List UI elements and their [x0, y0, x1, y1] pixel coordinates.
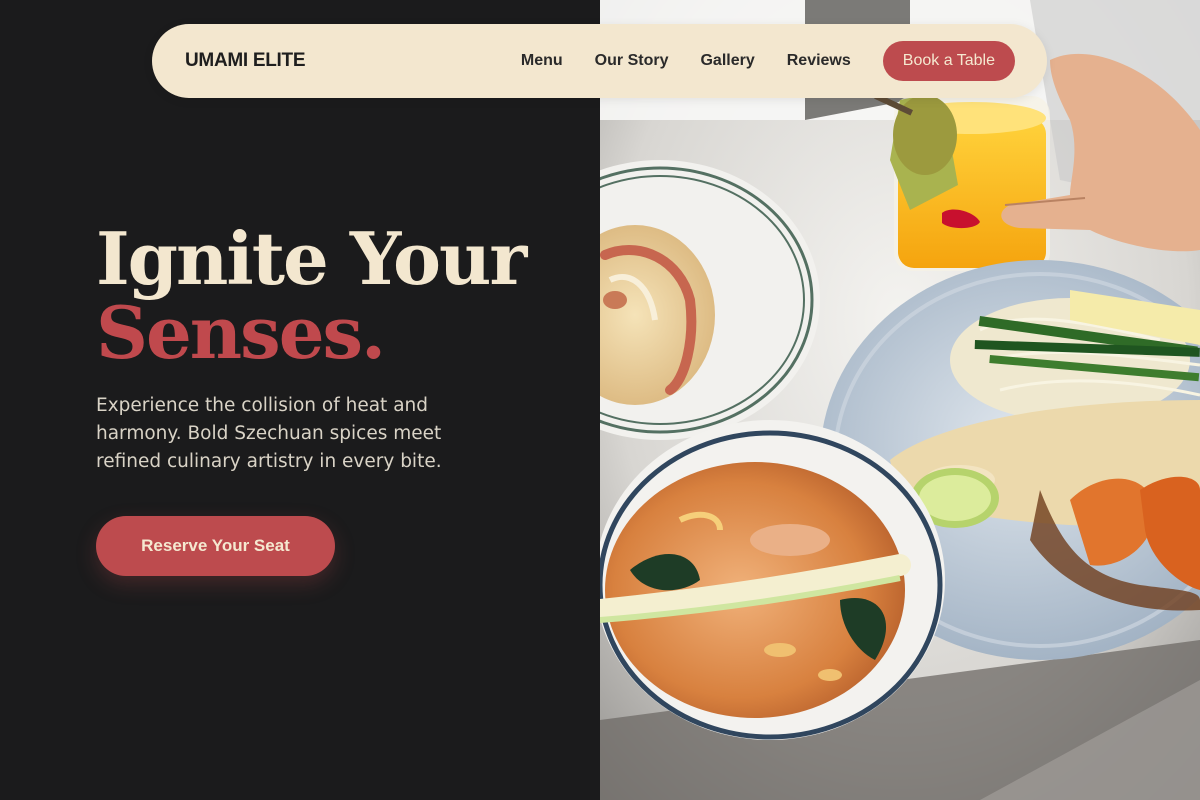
- nav-link-gallery[interactable]: Gallery: [700, 52, 754, 70]
- main-navbar: UMAMI ELITE Menu Our Story Gallery Revie…: [152, 24, 1047, 98]
- nav-link-menu[interactable]: Menu: [521, 52, 563, 70]
- food-photo-illustration: [600, 0, 1200, 800]
- nav-links: Menu Our Story Gallery Reviews Book a Ta…: [521, 41, 1015, 81]
- book-table-button[interactable]: Book a Table: [882, 41, 1015, 81]
- hero-title: Ignite Your Senses.: [96, 222, 576, 370]
- reserve-seat-button[interactable]: Reserve Your Seat: [96, 516, 335, 576]
- hero-title-line-1: Ignite Your: [96, 216, 527, 301]
- nav-link-our-story[interactable]: Our Story: [595, 52, 669, 70]
- hero-title-line-2: Senses.: [96, 290, 386, 375]
- brand-logo[interactable]: UMAMI ELITE: [185, 50, 306, 72]
- nav-link-reviews[interactable]: Reviews: [787, 52, 851, 70]
- hero-food-photo: [600, 0, 1200, 800]
- hero-description: Experience the collision of heat and har…: [96, 395, 442, 472]
